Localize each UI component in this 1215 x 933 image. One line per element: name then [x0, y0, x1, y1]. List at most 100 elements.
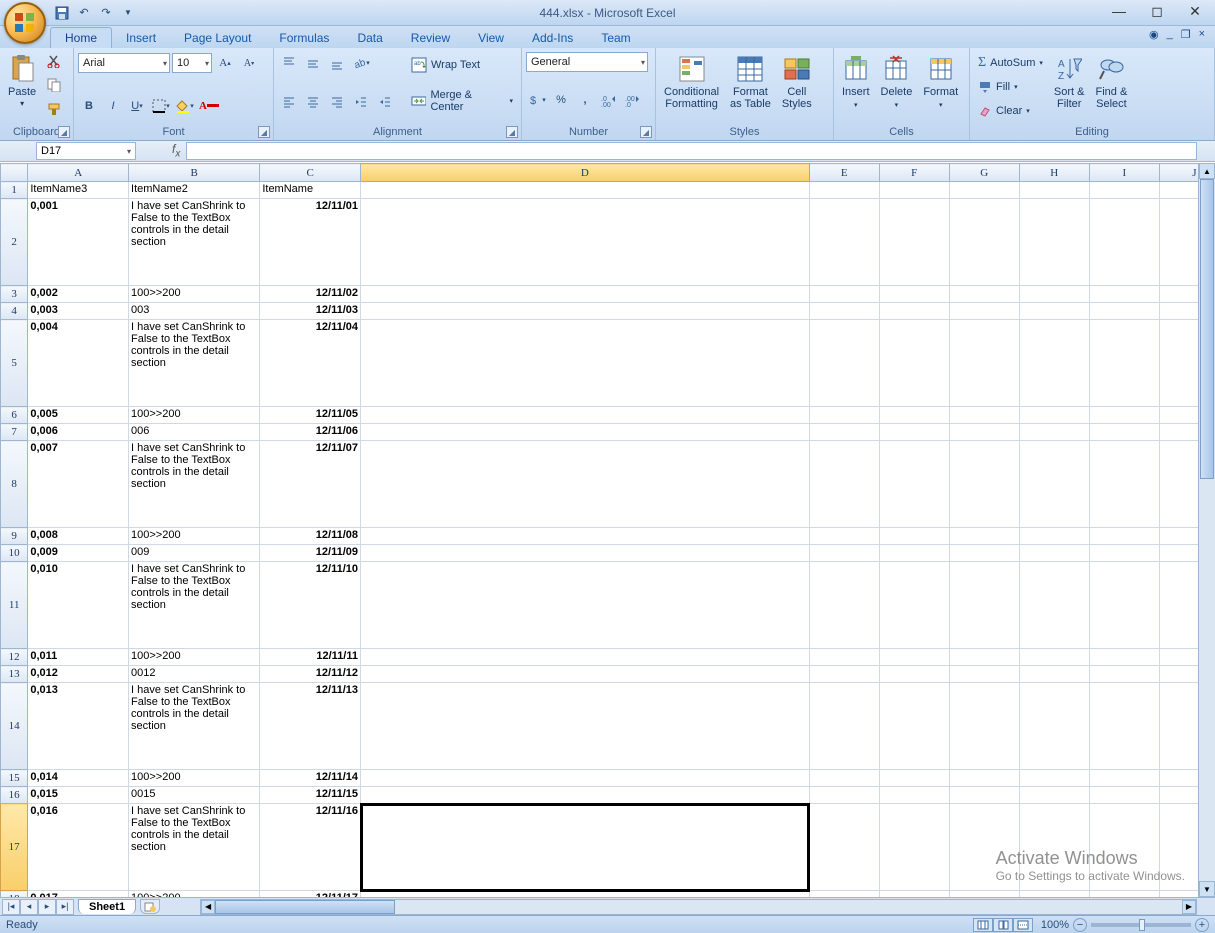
- row-header-6[interactable]: 6: [1, 407, 28, 424]
- cell-I7[interactable]: [1089, 424, 1159, 441]
- decrease-decimal-button[interactable]: .00.0: [622, 89, 644, 111]
- cell-H16[interactable]: [1019, 787, 1089, 804]
- cell-J14[interactable]: [1159, 683, 1198, 770]
- cell-C14[interactable]: 12/11/13: [260, 683, 361, 770]
- qat-customize[interactable]: ▼: [118, 3, 138, 23]
- cell-B17[interactable]: I have set CanShrink to False to the Tex…: [129, 804, 260, 891]
- cell-E5[interactable]: [809, 320, 879, 407]
- cell-A17[interactable]: 0,016: [28, 804, 129, 891]
- cell-styles-button[interactable]: Cell Styles: [778, 50, 816, 112]
- column-header-B[interactable]: B: [129, 164, 260, 182]
- cell-J9[interactable]: [1159, 528, 1198, 545]
- cell-B12[interactable]: 100>>200: [129, 649, 260, 666]
- cell-B9[interactable]: 100>>200: [129, 528, 260, 545]
- row-header-4[interactable]: 4: [1, 303, 28, 320]
- cell-B5[interactable]: I have set CanShrink to False to the Tex…: [129, 320, 260, 407]
- font-dialog-launcher[interactable]: ◢: [258, 126, 270, 138]
- cell-J16[interactable]: [1159, 787, 1198, 804]
- row-header-10[interactable]: 10: [1, 545, 28, 562]
- row-header-16[interactable]: 16: [1, 787, 28, 804]
- cell-G13[interactable]: [949, 666, 1019, 683]
- cell-C3[interactable]: 12/11/02: [260, 286, 361, 303]
- row-header-2[interactable]: 2: [1, 199, 28, 286]
- cell-A12[interactable]: 0,011: [28, 649, 129, 666]
- formula-bar[interactable]: [186, 142, 1197, 160]
- cell-I14[interactable]: [1089, 683, 1159, 770]
- cell-G12[interactable]: [949, 649, 1019, 666]
- paste-button[interactable]: Paste▾: [4, 50, 40, 112]
- row-header-3[interactable]: 3: [1, 286, 28, 303]
- cell-F15[interactable]: [879, 770, 949, 787]
- increase-indent-button[interactable]: [374, 91, 396, 113]
- align-left-button[interactable]: [278, 91, 300, 113]
- percent-button[interactable]: %: [550, 89, 572, 111]
- cell-G5[interactable]: [949, 320, 1019, 407]
- align-right-button[interactable]: [326, 91, 348, 113]
- zoom-in-button[interactable]: +: [1195, 918, 1209, 932]
- cell-I17[interactable]: [1089, 804, 1159, 891]
- name-box[interactable]: D17▾: [36, 142, 136, 160]
- doc-restore[interactable]: ❐: [1181, 28, 1191, 41]
- vscroll-thumb[interactable]: [1200, 179, 1214, 479]
- cell-H5[interactable]: [1019, 320, 1089, 407]
- format-cells-button[interactable]: Format▾: [919, 50, 962, 114]
- page-layout-view-button[interactable]: [993, 918, 1013, 932]
- cell-H11[interactable]: [1019, 562, 1089, 649]
- cell-C12[interactable]: 12/11/11: [260, 649, 361, 666]
- cell-J11[interactable]: [1159, 562, 1198, 649]
- cell-C17[interactable]: 12/11/16: [260, 804, 361, 891]
- cell-H12[interactable]: [1019, 649, 1089, 666]
- italic-button[interactable]: I: [102, 95, 124, 117]
- fill-color-button[interactable]: ▾: [174, 95, 196, 117]
- cell-I6[interactable]: [1089, 407, 1159, 424]
- zoom-out-button[interactable]: −: [1073, 918, 1087, 932]
- cell-H17[interactable]: [1019, 804, 1089, 891]
- column-header-F[interactable]: F: [879, 164, 949, 182]
- select-all-corner[interactable]: [1, 164, 28, 182]
- cell-H13[interactable]: [1019, 666, 1089, 683]
- clear-button[interactable]: Clear▾: [974, 100, 1047, 122]
- tab-addins[interactable]: Add-Ins: [518, 28, 587, 48]
- cell-D11[interactable]: [361, 562, 810, 649]
- cell-I5[interactable]: [1089, 320, 1159, 407]
- cell-I8[interactable]: [1089, 441, 1159, 528]
- tab-home[interactable]: Home: [50, 27, 112, 48]
- cell-J7[interactable]: [1159, 424, 1198, 441]
- cell-C13[interactable]: 12/11/12: [260, 666, 361, 683]
- cell-F16[interactable]: [879, 787, 949, 804]
- cell-C9[interactable]: 12/11/08: [260, 528, 361, 545]
- cell-C11[interactable]: 12/11/10: [260, 562, 361, 649]
- cell-E14[interactable]: [809, 683, 879, 770]
- cell-G9[interactable]: [949, 528, 1019, 545]
- sort-filter-button[interactable]: AZSort & Filter: [1050, 50, 1089, 112]
- cell-C1[interactable]: ItemName: [260, 182, 361, 199]
- cell-H9[interactable]: [1019, 528, 1089, 545]
- doc-minimize[interactable]: _: [1167, 28, 1173, 41]
- cell-E13[interactable]: [809, 666, 879, 683]
- cell-H6[interactable]: [1019, 407, 1089, 424]
- format-as-table-button[interactable]: Format as Table: [726, 50, 775, 112]
- cell-C4[interactable]: 12/11/03: [260, 303, 361, 320]
- cell-D5[interactable]: [361, 320, 810, 407]
- cell-E3[interactable]: [809, 286, 879, 303]
- cell-A5[interactable]: 0,004: [28, 320, 129, 407]
- cell-E11[interactable]: [809, 562, 879, 649]
- alignment-dialog-launcher[interactable]: ◢: [506, 126, 518, 138]
- tab-data[interactable]: Data: [343, 28, 396, 48]
- cell-A9[interactable]: 0,008: [28, 528, 129, 545]
- cell-E6[interactable]: [809, 407, 879, 424]
- cell-B11[interactable]: I have set CanShrink to False to the Tex…: [129, 562, 260, 649]
- cell-H7[interactable]: [1019, 424, 1089, 441]
- page-break-view-button[interactable]: [1013, 918, 1033, 932]
- minimize-button[interactable]: —: [1105, 2, 1133, 20]
- column-header-J[interactable]: J: [1159, 164, 1198, 182]
- cell-A7[interactable]: 0,006: [28, 424, 129, 441]
- row-header-5[interactable]: 5: [1, 320, 28, 407]
- tab-insert[interactable]: Insert: [112, 28, 170, 48]
- cell-D12[interactable]: [361, 649, 810, 666]
- cell-G11[interactable]: [949, 562, 1019, 649]
- insert-cells-button[interactable]: Insert▾: [838, 50, 874, 114]
- column-header-H[interactable]: H: [1019, 164, 1089, 182]
- cell-J6[interactable]: [1159, 407, 1198, 424]
- help-button[interactable]: ◉: [1149, 28, 1159, 41]
